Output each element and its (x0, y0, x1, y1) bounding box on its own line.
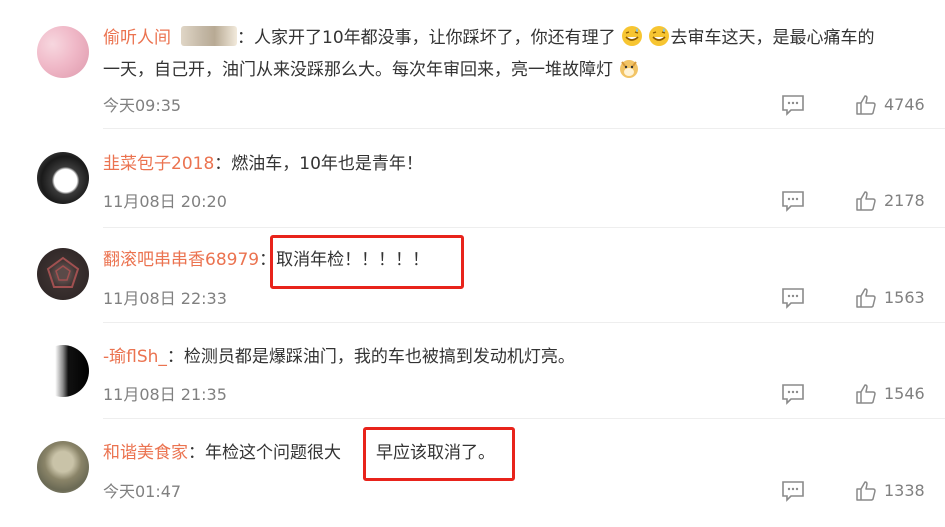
avatar[interactable] (37, 26, 89, 78)
comment-icon[interactable] (781, 287, 805, 309)
doge-emoji-icon (620, 60, 639, 78)
comment-text: ：检测员都是爆踩油门，我的车也被搞到发动机灯亮。 (166, 347, 575, 367)
highlight-box (270, 235, 464, 289)
comment-text: 去审车这天，是最心痛车的 (670, 28, 875, 48)
divider (103, 128, 945, 129)
comment-text: ：人家开了10年都没事，让你踩坏了，你还有理了 (237, 28, 616, 48)
comment-text-line: 韭菜包子2018：燃油车，10年也是青年！ (103, 148, 423, 180)
like-count: 2178 (884, 191, 925, 210)
avatar[interactable] (37, 248, 89, 300)
grin-sweat-emoji-icon (622, 26, 643, 46)
comment-timestamp: 今天09:35 (103, 96, 182, 115)
like-count: 1546 (884, 384, 925, 403)
username-link[interactable]: 翻滚吧串串香68979 (103, 250, 259, 270)
username-link[interactable]: 和谐美食家 (103, 443, 188, 463)
comment-timestamp: 今天01:47 (103, 482, 182, 501)
thumbs-up-icon[interactable] (855, 383, 877, 405)
thumbs-up-icon[interactable] (855, 480, 877, 502)
grin-sweat-emoji-icon (649, 26, 670, 46)
comment-icon[interactable] (781, 383, 805, 405)
pentagon-logo-icon (46, 256, 80, 288)
username-link[interactable]: 韭菜包子2018 (103, 154, 214, 174)
comment-icon[interactable] (781, 94, 805, 116)
thumbs-up-icon[interactable] (855, 94, 877, 116)
comment-text: ：年检这个问题很大 (188, 443, 341, 463)
comment-text: 一天，自己开，油门从来没踩那么大。每次年审回来，亮一堆故障灯 (103, 60, 613, 80)
username-link[interactable]: 偷听人间 (103, 28, 171, 48)
divider (103, 322, 945, 323)
comment-text-line: -瑜flSh_：检测员都是爆踩油门，我的车也被搞到发动机灯亮。 (103, 341, 575, 373)
like-count: 1338 (884, 481, 925, 500)
divider (103, 227, 945, 228)
username-link[interactable]: -瑜flSh_ (103, 347, 167, 367)
comment-timestamp: 11月08日 22:33 (103, 289, 227, 308)
comment-icon[interactable] (781, 480, 805, 502)
comment-text: ：燃油车，10年也是青年！ (214, 154, 423, 174)
blurred-badge (181, 26, 237, 46)
like-count: 1563 (884, 288, 925, 307)
comment-text-line: 偷听人间 ：人家开了10年都没事，让你踩坏了，你还有理了 去审车这天，是最心痛车的 (103, 22, 874, 54)
divider (103, 418, 945, 419)
comment-text-line: 和谐美食家：年检这个问题很大 (103, 437, 341, 469)
comment-icon[interactable] (781, 190, 805, 212)
comment-text-line: 一天，自己开，油门从来没踩那么大。每次年审回来，亮一堆故障灯 (103, 54, 640, 86)
thumbs-up-icon[interactable] (855, 287, 877, 309)
avatar[interactable] (37, 441, 89, 493)
like-count: 4746 (884, 95, 925, 114)
avatar[interactable] (37, 345, 89, 397)
thumbs-up-icon[interactable] (855, 190, 877, 212)
comment-timestamp: 11月08日 20:20 (103, 192, 227, 211)
avatar[interactable] (37, 152, 89, 204)
highlight-box (363, 427, 515, 481)
comment-timestamp: 11月08日 21:35 (103, 385, 227, 404)
